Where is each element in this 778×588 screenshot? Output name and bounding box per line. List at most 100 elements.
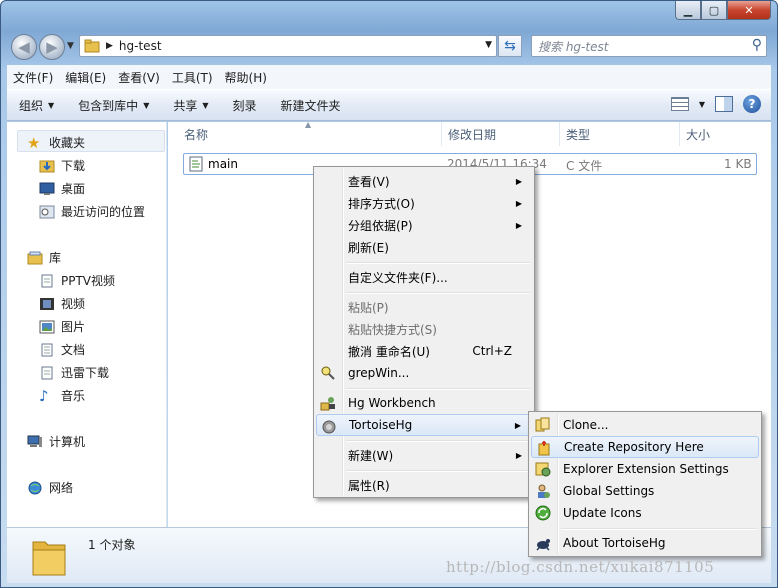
nav-desktop-label: 桌面 (61, 182, 86, 196)
maximize-button[interactable]: ▢ (701, 1, 727, 20)
submenu-item-global-settings[interactable]: Global Settings (531, 480, 759, 502)
hg-workbench-icon (320, 397, 335, 411)
search-input[interactable]: 搜索 hg-test ⚲ (531, 35, 767, 57)
search-icon[interactable]: ⚲ (752, 37, 762, 53)
submenu-item-explorer-extension-settings[interactable]: Explorer Extension Settings (531, 458, 759, 480)
burn-button[interactable]: 刻录 (221, 97, 269, 114)
menu-edit[interactable]: 编辑(E) (59, 69, 112, 86)
menu-separator (346, 440, 530, 442)
nav-favorites[interactable]: ★ 收藏夹 (27, 134, 85, 151)
change-view-icon[interactable] (670, 97, 689, 111)
breadcrumb-current[interactable]: hg-test (119, 39, 162, 53)
nav-network[interactable]: 网络 (27, 479, 73, 496)
menu-item-paste: 粘贴(P) (316, 296, 532, 318)
menu-item-tortoisehg-label: TortoiseHg (349, 418, 413, 432)
file-type: C 文件 (566, 159, 603, 173)
menu-item-undo-rename[interactable]: 撤消 重命名(U) Ctrl+Z (316, 340, 532, 362)
nav-thunder-downloads[interactable]: 迅雷下载 (39, 364, 109, 381)
folder-icon (84, 39, 100, 53)
submenu-item-clone[interactable]: Clone... (531, 414, 759, 436)
breadcrumb-arrow-icon[interactable]: ▶ (106, 41, 113, 51)
column-header-type[interactable]: 类型 (560, 122, 680, 146)
menu-tools[interactable]: 工具(T) (166, 69, 219, 86)
menu-item-properties[interactable]: 属性(R) (316, 474, 532, 496)
nav-libraries[interactable]: 库 (27, 249, 61, 266)
menu-item-view[interactable]: 查看(V) ▶ (316, 170, 532, 192)
menu-separator (346, 388, 530, 390)
menu-item-group-by-label: 分组依据(P) (348, 218, 413, 233)
submenu-item-update-icons-label: Update Icons (563, 506, 642, 520)
close-button[interactable]: ✕ (727, 1, 771, 20)
menu-item-group-by[interactable]: 分组依据(P) ▶ (316, 214, 532, 236)
nav-computer[interactable]: 计算机 (27, 433, 85, 450)
menu-item-refresh-label: 刷新(E) (348, 240, 389, 255)
menu-separator (346, 292, 530, 294)
nav-pictures[interactable]: 图片 (39, 318, 85, 335)
column-header-date[interactable]: 修改日期 (442, 122, 560, 146)
view-options-chevron-icon[interactable]: ▼ (699, 100, 705, 109)
menu-item-refresh[interactable]: 刷新(E) (316, 236, 532, 258)
share-label: 共享 (173, 98, 198, 113)
submenu-item-about[interactable]: About TortoiseHg (531, 532, 759, 554)
nav-documents[interactable]: 文档 (39, 341, 85, 358)
column-header-size[interactable]: 大小 (680, 122, 758, 146)
new-folder-label: 新建文件夹 (280, 98, 341, 113)
c-file-icon (189, 156, 203, 172)
nav-documents-label: 文档 (61, 343, 86, 357)
clone-icon (535, 417, 550, 432)
tortoise-icon (536, 539, 550, 551)
chevron-down-icon: ▼ (202, 100, 209, 110)
submenu-item-update-icons[interactable]: Update Icons (531, 502, 759, 524)
menu-item-paste-shortcut: 粘贴快捷方式(S) (316, 318, 532, 340)
downloads-folder-icon (39, 160, 55, 172)
column-type-label: 类型 (566, 127, 591, 142)
menu-help[interactable]: 帮助(H) (219, 69, 273, 86)
submenu-item-create-repository[interactable]: Create Repository Here (531, 436, 759, 458)
menu-item-customize-folder[interactable]: 自定义文件夹(F)... (316, 266, 532, 288)
menu-item-hg-workbench-label: Hg Workbench (348, 396, 436, 410)
menu-item-properties-label: 属性(R) (348, 478, 390, 493)
file-name: main (208, 157, 238, 171)
star-icon: ★ (27, 133, 41, 152)
nav-recent-places[interactable]: 最近访问的位置 (39, 203, 145, 220)
address-bar[interactable]: ▶ hg-test ▼ (79, 35, 497, 57)
command-bar: 组织 ▼ 包含到库中 ▼ 共享 ▼ 刻录 新建文件夹 ▼ ? (7, 89, 771, 121)
item-count: 1 个对象 (88, 538, 136, 552)
desktop-icon (39, 182, 55, 195)
documents-icon (41, 343, 53, 356)
forward-button[interactable]: ▶ (39, 34, 65, 60)
menu-item-new-label: 新建(W) (348, 448, 394, 463)
nav-downloads[interactable]: 下载 (39, 157, 85, 174)
minimize-button[interactable]: ▁ (675, 1, 701, 20)
new-folder-button[interactable]: 新建文件夹 (269, 97, 353, 114)
nav-videos[interactable]: 视频 (39, 295, 85, 312)
menu-view[interactable]: 查看(V) (112, 69, 166, 86)
menu-separator (561, 528, 757, 530)
menu-file[interactable]: 文件(F) (7, 69, 59, 86)
help-icon[interactable]: ? (743, 95, 761, 113)
menu-bar: 文件(F) 编辑(E) 查看(V) 工具(T) 帮助(H) (7, 65, 771, 89)
menu-item-tortoisehg[interactable]: TortoiseHg ▶ (316, 414, 532, 436)
include-in-library-button[interactable]: 包含到库中 ▼ (66, 97, 161, 114)
recent-pages-dropdown[interactable]: ▼ (67, 41, 74, 51)
menu-item-undo-shortcut: Ctrl+Z (472, 344, 512, 358)
organize-button[interactable]: 组织 ▼ (7, 97, 66, 114)
menu-item-hg-workbench[interactable]: Hg Workbench (316, 392, 532, 414)
menu-item-new[interactable]: 新建(W) ▶ (316, 444, 532, 466)
nav-pptv-video[interactable]: PPTV视频 (39, 272, 115, 289)
menu-item-paste-label: 粘贴(P) (348, 300, 389, 315)
address-dropdown-icon[interactable]: ▼ (485, 40, 492, 50)
nav-favorites-label: 收藏夹 (49, 136, 86, 150)
menu-item-grepwin[interactable]: grepWin... (316, 362, 532, 384)
column-header-name[interactable]: 名称 (178, 122, 442, 146)
nav-desktop[interactable]: 桌面 (39, 180, 85, 197)
nav-music[interactable]: ♪ 音乐 (39, 387, 85, 404)
refresh-button[interactable]: ⇆ (498, 35, 522, 57)
submenu-arrow-icon: ▶ (514, 420, 521, 430)
preview-pane-icon[interactable] (715, 96, 733, 112)
refresh-icon: ⇆ (504, 38, 516, 54)
back-button[interactable]: ◀ (11, 34, 37, 60)
menu-item-sort-by[interactable]: 排序方式(O) ▶ (316, 192, 532, 214)
share-button[interactable]: 共享 ▼ (161, 97, 220, 114)
submenu-item-explorer-extension-settings-label: Explorer Extension Settings (563, 462, 729, 476)
